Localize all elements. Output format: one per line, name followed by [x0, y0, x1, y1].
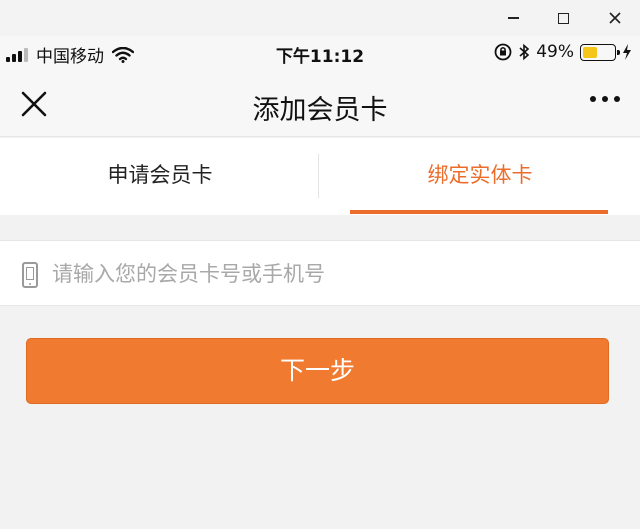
close-icon[interactable] — [18, 88, 50, 120]
card-input-row — [0, 240, 640, 306]
card-number-input[interactable] — [52, 255, 612, 293]
charging-icon — [623, 44, 631, 60]
status-bar: 中国移动 下午11:12 49% — [0, 36, 640, 70]
nav-bar: 添加会员卡 — [0, 70, 640, 137]
app-window: 中国移动 下午11:12 49% 添加会员卡 申请会员卡 绑定实体卡 请输入您的… — [0, 0, 640, 529]
signal-icon — [6, 47, 30, 62]
battery-percent: 49% — [536, 42, 574, 62]
tab-bar: 申请会员卡 绑定实体卡 — [0, 138, 640, 215]
tab-bind-card[interactable]: 绑定实体卡 — [320, 138, 640, 215]
tab-divider — [318, 154, 319, 198]
carrier-label: 中国移动 — [36, 47, 104, 67]
tab-apply-card[interactable]: 申请会员卡 — [0, 138, 320, 215]
maximize-icon — [557, 12, 569, 24]
next-step-button[interactable]: 下一步 — [26, 338, 609, 404]
window-close-button[interactable] — [592, 0, 638, 36]
window-titlebar — [0, 0, 640, 36]
status-left: 中国移动 — [6, 42, 134, 67]
minimize-button[interactable] — [490, 0, 536, 36]
close-icon — [609, 12, 621, 24]
minimize-icon — [507, 17, 519, 19]
battery-fill — [583, 46, 597, 58]
maximize-button[interactable] — [540, 0, 586, 36]
battery-icon — [580, 43, 620, 61]
bluetooth-icon — [519, 43, 530, 61]
wifi-icon — [112, 46, 134, 63]
active-tab-indicator — [350, 210, 608, 214]
status-right: 49% — [494, 42, 632, 62]
phone-icon — [22, 262, 38, 288]
orientation-lock-icon — [494, 43, 512, 61]
page-title: 添加会员卡 — [252, 95, 388, 126]
more-icon[interactable] — [584, 96, 620, 102]
